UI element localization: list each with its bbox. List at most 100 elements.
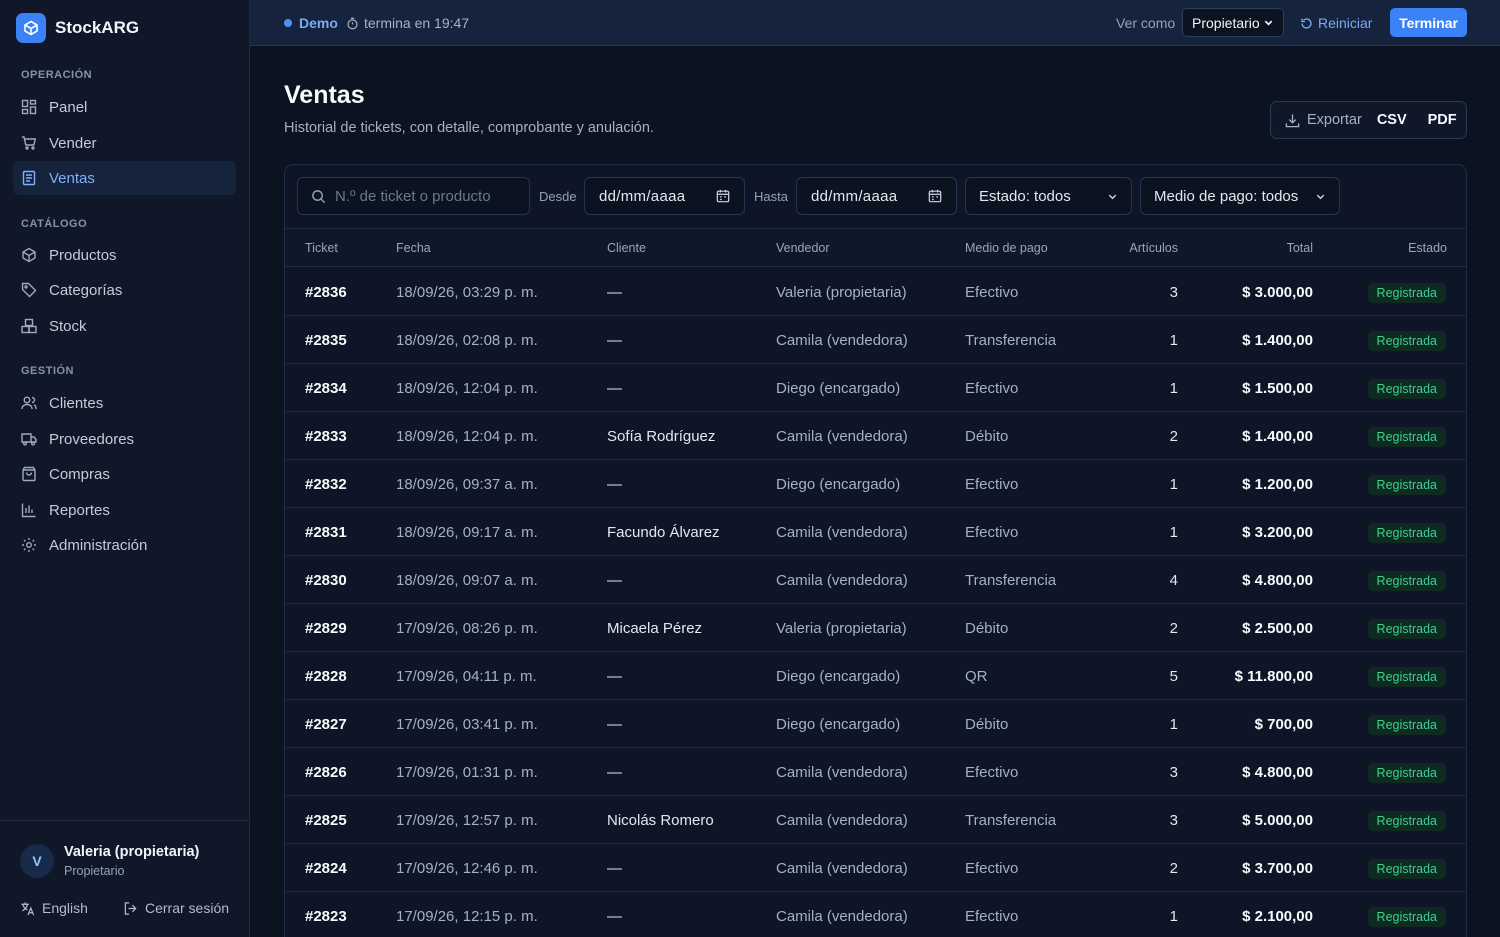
cell-ticket: #2832	[305, 476, 347, 493]
reset-button[interactable]: Reiniciar	[1300, 15, 1372, 31]
sidebar-item-administracion[interactable]: Administración	[13, 528, 236, 562]
export-group: Exportar CSV PDF	[1270, 101, 1467, 139]
cell-medio-de-pago: Efectivo	[965, 764, 1019, 781]
table-row[interactable]: #2830 18/09/26, 09:07 a. m. — Camila (vende…	[285, 556, 1466, 604]
table-row[interactable]: #2826 17/09/26, 01:31 p. m. — Camila (vende…	[285, 748, 1466, 796]
column-header-articulos[interactable]: Artículos	[1129, 241, 1178, 255]
view-as-select[interactable]: Propietario	[1182, 8, 1284, 37]
sidebar-item-proveedores[interactable]: Proveedores	[13, 422, 236, 456]
sidebar-item-ventas[interactable]: Ventas	[13, 161, 236, 195]
cell-fecha: 17/09/26, 12:46 p. m.	[396, 860, 538, 877]
column-header-vendedor[interactable]: Vendedor	[776, 241, 830, 255]
cell-cliente: —	[607, 476, 622, 493]
refresh-icon	[1301, 17, 1312, 29]
payment-filter-select[interactable]: Medio de pago: todos	[1140, 177, 1340, 215]
cell-articulos: 3	[1169, 284, 1178, 301]
cell-fecha: 17/09/26, 08:26 p. m.	[396, 620, 538, 637]
cell-total: $ 1.400,00	[1242, 332, 1313, 349]
cell-fecha: 18/09/26, 03:29 p. m.	[396, 284, 538, 301]
sales-panel: N.º de ticket o producto Desde dd/mm/aaa…	[284, 164, 1467, 937]
cell-articulos: 1	[1169, 332, 1178, 349]
sidebar-item-panel[interactable]: Panel	[13, 90, 236, 124]
cell-vendedor: Diego (encargado)	[776, 380, 901, 397]
search-input[interactable]: N.º de ticket o producto	[297, 177, 530, 215]
status-badge: Registrada	[1367, 667, 1446, 687]
cell-fecha: 18/09/26, 12:04 p. m.	[396, 428, 538, 445]
table-row[interactable]: #2823 17/09/26, 12:15 p. m. — Camila (vende…	[285, 892, 1466, 937]
section-label-catalogo: CATÁLOGO	[21, 218, 88, 230]
sidebar-item-stock[interactable]: Stock	[13, 309, 236, 343]
cell-medio-de-pago: Transferencia	[965, 572, 1057, 589]
table-row[interactable]: #2825 17/09/26, 12:57 p. m. Nicolás Romero…	[285, 796, 1466, 844]
to-date-input[interactable]: dd/mm/aaaa	[796, 177, 957, 215]
cell-vendedor: Camila (vendedora)	[776, 764, 908, 781]
finish-button[interactable]: Terminar	[1390, 8, 1467, 37]
from-date-value: dd/mm/aaaa	[599, 187, 686, 205]
from-date-input[interactable]: dd/mm/aaaa	[584, 177, 745, 215]
cell-ticket: #2833	[305, 428, 347, 445]
table-row[interactable]: #2828 17/09/26, 04:11 p. m. — Diego (encarg…	[285, 652, 1466, 700]
cell-total: $ 1.200,00	[1242, 476, 1313, 493]
cell-medio-de-pago: Transferencia	[965, 332, 1057, 349]
cell-articulos: 1	[1169, 524, 1178, 541]
status-filter-select[interactable]: Estado: todos	[965, 177, 1132, 215]
table-row[interactable]: #2827 17/09/26, 03:41 p. m. — Diego (encarg…	[285, 700, 1466, 748]
cell-ticket: #2830	[305, 572, 347, 589]
logout-button[interactable]: Cerrar sesión	[123, 900, 229, 916]
cell-ticket: #2826	[305, 764, 347, 781]
cell-medio-de-pago: QR	[965, 668, 988, 685]
sidebar-item-compras[interactable]: Compras	[13, 457, 236, 491]
cell-articulos: 1	[1169, 476, 1178, 493]
table-row[interactable]: #2824 17/09/26, 12:46 p. m. — Camila (vende…	[285, 844, 1466, 892]
export-pdf-button[interactable]: PDF	[1428, 112, 1457, 128]
calendar-icon[interactable]	[928, 189, 942, 203]
table-row[interactable]: #2832 18/09/26, 09:37 a. m. — Diego (encarg…	[285, 460, 1466, 508]
status-badge: Registrada	[1367, 571, 1446, 591]
language-button[interactable]: English	[20, 900, 88, 916]
avatar[interactable]: V	[20, 844, 54, 878]
cell-total: $ 1.500,00	[1242, 380, 1313, 397]
table-row[interactable]: #2833 18/09/26, 12:04 p. m. Sofía Rodrígue…	[285, 412, 1466, 460]
cell-articulos: 3	[1169, 764, 1178, 781]
cell-cliente: —	[607, 908, 622, 925]
sidebar: StockARG OPERACIÓN Panel Vender Ventas C…	[0, 0, 250, 937]
cell-fecha: 17/09/26, 01:31 p. m.	[396, 764, 538, 781]
table-row[interactable]: #2831 18/09/26, 09:17 a. m. Facundo Álvare…	[285, 508, 1466, 556]
table-row[interactable]: #2836 18/09/26, 03:29 p. m. — Valeria (prop…	[285, 268, 1466, 316]
status-badge: Registrada	[1367, 619, 1446, 639]
cell-vendedor: Camila (vendedora)	[776, 572, 908, 589]
cell-medio-de-pago: Efectivo	[965, 524, 1019, 541]
sidebar-item-productos[interactable]: Productos	[13, 238, 236, 272]
cell-vendedor: Camila (vendedora)	[776, 908, 908, 925]
table-row[interactable]: #2829 17/09/26, 08:26 p. m. Micaela Pérez V…	[285, 604, 1466, 652]
table-row[interactable]: #2835 18/09/26, 02:08 p. m. — Camila (vende…	[285, 316, 1466, 364]
sidebar-item-label: Clientes	[49, 394, 104, 412]
cell-medio-de-pago: Efectivo	[965, 908, 1019, 925]
sidebar-item-label: Administración	[49, 536, 148, 554]
brand[interactable]: StockARG	[16, 13, 139, 43]
cell-ticket: #2824	[305, 860, 347, 877]
dashboard-icon	[21, 99, 37, 115]
calendar-icon[interactable]	[716, 189, 730, 203]
sidebar-item-clientes[interactable]: Clientes	[13, 386, 236, 420]
column-header-total[interactable]: Total	[1287, 241, 1313, 255]
sidebar-item-vender[interactable]: Vender	[13, 126, 236, 160]
cell-vendedor: Camila (vendedora)	[776, 860, 908, 877]
sidebar-item-reportes[interactable]: Reportes	[13, 493, 236, 527]
table-row[interactable]: #2834 18/09/26, 12:04 p. m. — Diego (encarg…	[285, 364, 1466, 412]
export-csv-button[interactable]: CSV	[1377, 112, 1407, 128]
cell-medio-de-pago: Efectivo	[965, 860, 1019, 877]
user-name: Valeria (propietaria)	[64, 844, 200, 860]
sidebar-item-categorias[interactable]: Categorías	[13, 273, 236, 307]
column-header-cliente[interactable]: Cliente	[607, 241, 646, 255]
cell-cliente: —	[607, 668, 622, 685]
cell-cliente: —	[607, 860, 622, 877]
column-header-fecha[interactable]: Fecha	[396, 241, 431, 255]
column-header-ticket[interactable]: Ticket	[305, 241, 338, 255]
cell-cliente: Nicolás Romero	[607, 812, 714, 829]
cell-vendedor: Diego (encargado)	[776, 716, 901, 733]
sidebar-item-label: Reportes	[49, 501, 110, 519]
column-header-estado[interactable]: Estado	[1408, 241, 1447, 255]
timer-text: termina en 19:47	[364, 15, 470, 31]
column-header-medio-de-pago[interactable]: Medio de pago	[965, 241, 1048, 255]
